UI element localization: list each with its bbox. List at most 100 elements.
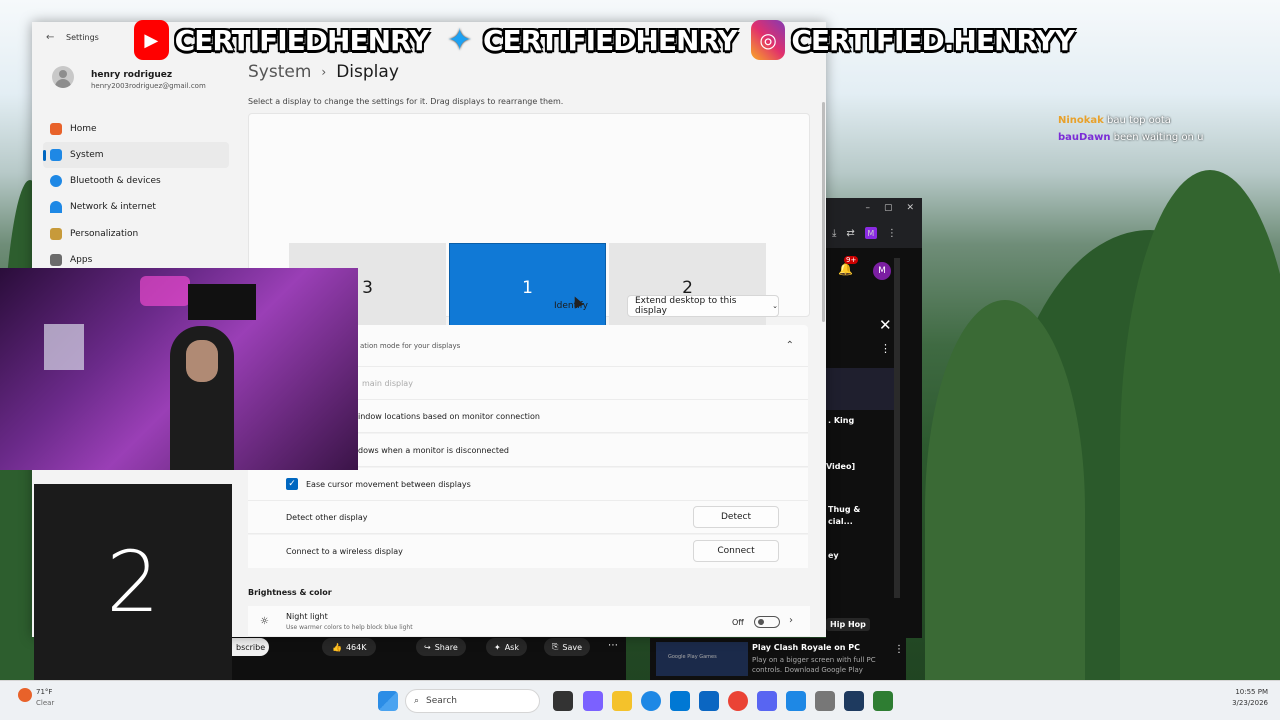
sidebar-item-personalization[interactable]: Personalization	[43, 221, 229, 247]
chat-user: Ninokak	[1058, 115, 1104, 126]
more-icon[interactable]: ⋯	[608, 640, 618, 651]
sparkle-icon: ✦	[494, 642, 501, 652]
chip-hiphop[interactable]: Hip Hop	[826, 618, 870, 631]
vscode-icon[interactable]	[786, 691, 806, 711]
file-explorer-icon[interactable]	[612, 691, 632, 711]
notification-icon[interactable]: 🔔	[838, 262, 853, 276]
profile-icon[interactable]: M	[864, 227, 877, 239]
date: 3/23/2026	[1232, 699, 1268, 707]
terminal-icon[interactable]	[844, 691, 864, 711]
save-label: Save	[562, 642, 583, 652]
sidebar-item-label: Personalization	[70, 229, 139, 239]
chevron-right-icon[interactable]: ›	[789, 615, 793, 626]
banner-handle: CERTIFIED.HENRYY	[791, 23, 1075, 57]
share-button[interactable]: ↪ Share	[416, 638, 466, 656]
twitter-icon: ✦	[447, 22, 473, 58]
chevron-up-icon[interactable]: ⌃	[786, 340, 794, 351]
ask-button[interactable]: ✦ Ask	[486, 638, 527, 656]
weather-icon[interactable]	[18, 688, 32, 702]
extension-icon[interactable]: ⇄	[846, 228, 854, 239]
sidebar-item-bluetooth[interactable]: Bluetooth & devices	[43, 168, 229, 194]
hill	[925, 300, 1085, 720]
extend-dropdown-label: Extend desktop to this display	[635, 296, 737, 316]
chat-message: bau top oota	[1107, 115, 1171, 126]
extend-dropdown[interactable]: Extend desktop to this display ⌄	[627, 295, 779, 317]
sidebar-item-network[interactable]: Network & internet	[43, 194, 229, 220]
discord-icon[interactable]	[757, 691, 777, 711]
checkbox-checked[interactable]: ✓	[286, 478, 298, 490]
close-icon[interactable]: ✕	[906, 203, 914, 213]
detect-row: Detect other display Detect	[248, 501, 808, 534]
subscribe-button[interactable]: bscribe	[232, 638, 270, 656]
close-icon[interactable]: ✕	[879, 316, 892, 334]
video-title[interactable]: Video]	[826, 462, 855, 471]
banner-handle: CERTIFIEDHENRY	[174, 23, 430, 57]
download-icon[interactable]: ⤓	[832, 228, 836, 239]
search-placeholder: Search	[426, 696, 457, 706]
ease-cursor-row[interactable]: ✓ Ease cursor movement between displays	[248, 468, 808, 501]
avatar[interactable]: M	[873, 262, 891, 280]
video-title[interactable]: . King	[828, 416, 854, 425]
night-light-toggle[interactable]	[754, 616, 780, 628]
share-icon: ↪	[424, 642, 431, 652]
face	[186, 340, 218, 382]
ad-title: Play Clash Royale on PC	[752, 643, 860, 652]
video-action-bar: bscribe 👍 464K ↪ Share ✦ Ask ⎘ Save ⋯	[232, 636, 626, 680]
scrollbar[interactable]	[822, 102, 825, 322]
toggle-state: Off	[732, 618, 744, 627]
outlook-icon[interactable]	[699, 691, 719, 711]
save-button[interactable]: ⎘ Save	[544, 638, 591, 656]
ask-label: Ask	[504, 642, 519, 652]
chevron-right-icon: ›	[321, 65, 327, 79]
main-display-label: main display	[362, 378, 413, 388]
monitor-tile[interactable]: 2	[609, 243, 766, 332]
store-icon[interactable]	[670, 691, 690, 711]
brush-icon	[50, 228, 62, 240]
browser-window: – ▢ ✕ ⤓ ⇄ M ⋮ 🔔 9+ M ✕ ⋮ . King Video] Thug…	[826, 198, 922, 638]
settings-icon[interactable]	[815, 691, 835, 711]
more-icon[interactable]: ⋮	[880, 342, 891, 355]
weather-text: Clear	[36, 699, 55, 707]
connect-button[interactable]: Connect	[693, 540, 779, 562]
app-icon[interactable]	[873, 691, 893, 711]
ad-body: Play on a bigger screen with full PC con…	[752, 656, 876, 674]
avatar[interactable]	[52, 66, 74, 88]
like-button[interactable]: 👍 464K	[322, 638, 377, 656]
monitor-tile-selected[interactable]: 1	[449, 243, 606, 332]
taskbar-search[interactable]: ⌕ Search	[405, 689, 540, 713]
minimize-icon[interactable]: –	[865, 203, 870, 213]
copilot-icon[interactable]	[583, 691, 603, 711]
night-light-row[interactable]: ☼ Night light Use warmer colors to help …	[248, 606, 810, 637]
windows-start-icon[interactable]	[378, 691, 398, 711]
neon-sign	[140, 276, 190, 306]
sidebar-item-system[interactable]: System	[43, 142, 229, 168]
ad-brand: Google Play Games	[656, 642, 748, 676]
chrome-icon[interactable]	[728, 691, 748, 711]
temperature: 71°F	[36, 688, 53, 696]
video-title[interactable]: cial...	[828, 517, 853, 526]
sidebar-item-home[interactable]: Home	[43, 116, 229, 142]
sidebar-item-label: Apps	[70, 255, 93, 265]
scrollbar[interactable]	[894, 258, 900, 598]
instagram-icon: ◎	[750, 20, 786, 60]
video-title[interactable]: ey	[828, 551, 839, 560]
ad-card[interactable]: Google Play Games Play Clash Royale on P…	[650, 638, 906, 680]
more-icon[interactable]: ⋮	[894, 644, 904, 655]
home-icon	[50, 123, 62, 135]
menu-icon[interactable]: ⋮	[887, 228, 897, 239]
sidebar-item-label: System	[70, 150, 104, 160]
social-banner: ▶ CERTIFIEDHENRY ✦ CERTIFIEDHENRY ◎ CERT…	[130, 18, 1082, 62]
sidebar-item-label: Bluetooth & devices	[70, 176, 161, 186]
clock[interactable]: 10:55 PM 3/23/2026	[1232, 688, 1268, 707]
task-view-icon[interactable]	[553, 691, 573, 711]
app-title: Settings	[66, 33, 99, 42]
detect-button[interactable]: Detect	[693, 506, 779, 528]
video-title[interactable]: Thug &	[828, 505, 860, 514]
sidebar-item-label: Home	[70, 124, 97, 134]
like-count: 464K	[345, 642, 367, 652]
maximize-icon[interactable]: ▢	[884, 203, 893, 213]
wireless-row: Connect to a wireless display Connect	[248, 535, 808, 568]
edge-icon[interactable]	[641, 691, 661, 711]
breadcrumb-parent[interactable]: System	[248, 62, 311, 82]
back-icon[interactable]: ←	[46, 32, 54, 43]
